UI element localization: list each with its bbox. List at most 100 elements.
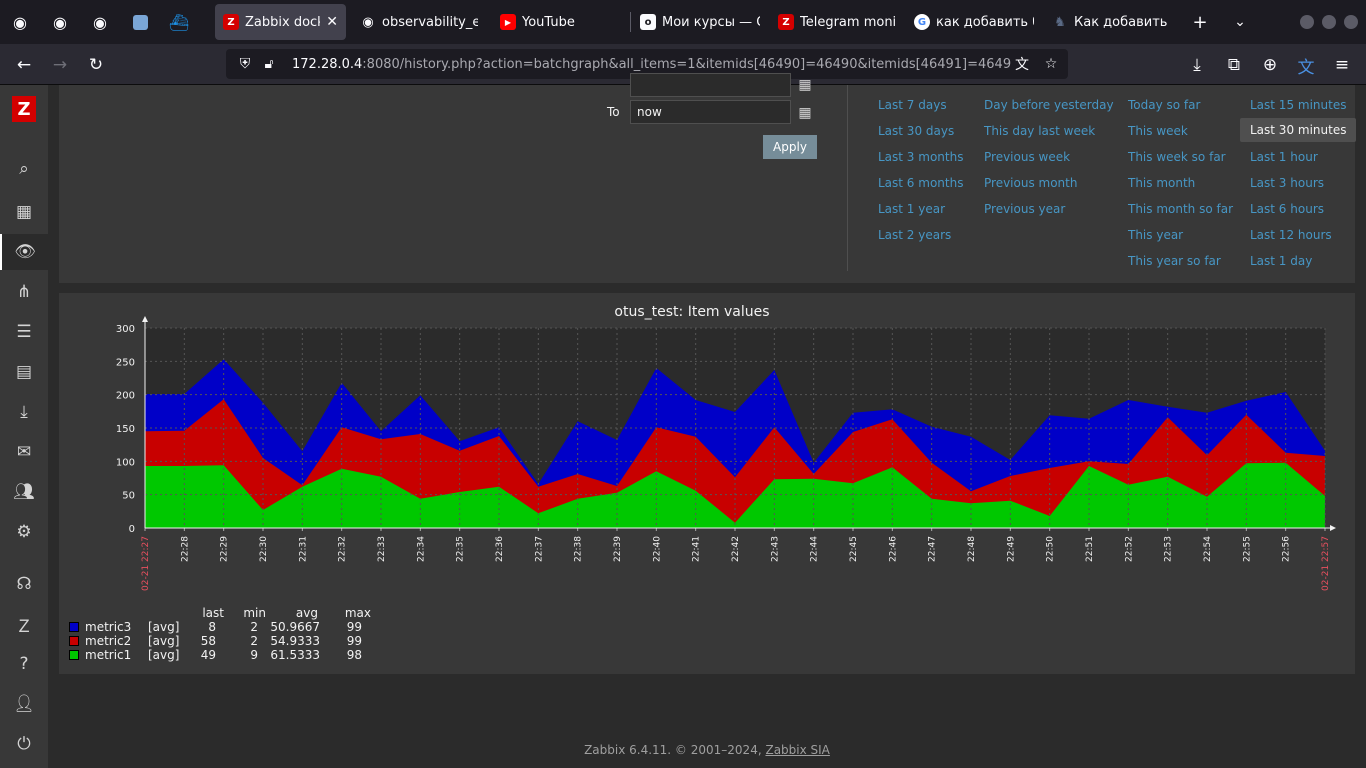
y-tick-label: 150 <box>116 424 135 435</box>
extensions-icon[interactable]: ⧉ <box>1219 50 1249 80</box>
dashboard-icon[interactable]: ▦ <box>0 194 48 230</box>
legend-func: [avg] <box>148 634 180 648</box>
tab-how-to-add[interactable]: ♞ Как добавить б <box>1044 4 1178 40</box>
sign-out-power-icon[interactable]: ⏻ <box>0 726 48 762</box>
close-window-button[interactable] <box>1344 15 1358 29</box>
quick-range-link[interactable]: Today so far <box>1128 98 1200 112</box>
y-tick-label: 0 <box>129 524 135 535</box>
legend-last: 58 <box>200 634 216 648</box>
quick-range-link-selected[interactable]: Last 30 minutes <box>1240 118 1357 142</box>
tab-otus[interactable]: о Мои курсы — О <box>632 4 768 40</box>
inventory-list-icon[interactable]: ☰ <box>0 314 48 350</box>
quick-range-link[interactable]: This month <box>1128 176 1195 190</box>
legend-max: 98 <box>346 648 362 662</box>
quick-range-link[interactable]: Last 3 hours <box>1250 176 1324 190</box>
quick-range-link[interactable]: Previous year <box>984 202 1065 216</box>
quick-range-link[interactable]: This year so far <box>1128 254 1221 268</box>
quick-range-link[interactable]: Last 12 hours <box>1250 228 1332 242</box>
quick-range-link[interactable]: Last 7 days <box>878 98 947 112</box>
shield-icon[interactable]: ⛨ <box>236 56 254 72</box>
users-icon[interactable]: 👥︎ <box>0 474 48 510</box>
tab-title: observability_e <box>382 14 478 30</box>
apply-button[interactable]: Apply <box>763 135 817 159</box>
integrations-icon[interactable]: Ｚ <box>0 606 48 642</box>
forward-arrow-icon[interactable]: → <box>45 50 75 80</box>
app-pinned-tab-icon[interactable] <box>126 8 154 36</box>
download-icon[interactable]: ⤓ <box>1182 50 1212 80</box>
y-tick-label: 100 <box>116 457 135 468</box>
quick-range-link[interactable]: Day before yesterday <box>984 98 1114 112</box>
user-settings-icon[interactable]: 👤︎ <box>0 686 48 722</box>
url-text[interactable]: 172.28.0.4:8080/history.php?action=batch… <box>292 57 1012 72</box>
quick-range-link[interactable]: Last 3 months <box>878 150 963 164</box>
legend-min: 2 <box>250 620 258 634</box>
to-input[interactable] <box>630 100 791 124</box>
github-pinned-tab-icon[interactable]: ◉ <box>46 8 74 36</box>
github-pinned-tab-icon[interactable]: ◉ <box>6 8 34 36</box>
insecure-lock-icon[interactable]: 🔓︎ <box>260 56 278 72</box>
minimize-button[interactable] <box>1300 15 1314 29</box>
zabbix-sia-link[interactable]: Zabbix SIA <box>765 743 829 757</box>
back-arrow-icon[interactable]: ← <box>9 50 39 80</box>
quick-range-link[interactable]: Last 30 days <box>878 124 954 138</box>
quick-range-link[interactable]: Last 1 day <box>1250 254 1312 268</box>
quick-range-link[interactable]: Last 1 hour <box>1250 150 1318 164</box>
quick-range-link[interactable]: This day last week <box>984 124 1095 138</box>
google-icon: G <box>914 14 930 30</box>
quick-range-link[interactable]: Last 1 year <box>878 202 945 216</box>
y-axis-arrow <box>142 316 148 322</box>
reports-icon[interactable]: ▤ <box>0 354 48 390</box>
bookmark-star-icon[interactable]: ☆ <box>1041 54 1061 74</box>
tab-title: YouTube <box>522 14 575 30</box>
tab-youtube[interactable]: ▶ YouTube <box>492 4 626 40</box>
from-input[interactable] <box>630 73 791 97</box>
quick-range-link[interactable]: This week <box>1128 124 1188 138</box>
quick-range-link[interactable]: This week so far <box>1128 150 1226 164</box>
x-tick-label: 22:51 <box>1085 536 1095 562</box>
from-calendar-icon[interactable]: ▦ <box>795 75 815 95</box>
legend-header-avg: avg <box>295 606 318 620</box>
quick-range-link[interactable]: This year <box>1128 228 1183 242</box>
alerts-envelope-icon[interactable]: ✉ <box>0 434 48 470</box>
globe-icon[interactable]: ⊕ <box>1255 50 1285 80</box>
to-calendar-icon[interactable]: ▦ <box>795 103 815 123</box>
monitoring-eye-icon[interactable]: 👁︎ <box>0 234 48 270</box>
x-tick-label: 22:39 <box>613 536 623 562</box>
help-icon[interactable]: ? <box>0 646 48 682</box>
github-pinned-tab-icon[interactable]: ◉ <box>86 8 114 36</box>
x-tick-label: 22:40 <box>652 536 662 562</box>
data-collection-icon[interactable]: ⤓ <box>0 394 48 430</box>
quick-range-link[interactable]: Last 2 years <box>878 228 951 242</box>
docker-pinned-tab-icon[interactable]: ⛴ <box>165 8 193 36</box>
new-tab-button[interactable]: + <box>1186 8 1214 36</box>
translate-extension-icon[interactable]: 文 <box>1291 50 1321 80</box>
menu-hamburger-icon[interactable]: ≡ <box>1327 50 1357 80</box>
youtube-icon: ▶ <box>500 14 516 30</box>
reload-icon[interactable]: ↻ <box>81 50 111 80</box>
quick-range-link[interactable]: Last 6 months <box>878 176 963 190</box>
legend-last: 8 <box>208 620 216 634</box>
legend-header-max: max <box>344 606 371 620</box>
quick-range-link[interactable]: Previous month <box>984 176 1077 190</box>
quick-range-link[interactable]: Last 15 minutes <box>1250 98 1346 112</box>
browser-tab-bar: ◉ ◉ ◉ ⛴ Z Zabbix docke ✕ ◉ observability… <box>0 0 1366 44</box>
maximize-button[interactable] <box>1322 15 1336 29</box>
zabbix-logo[interactable]: Z <box>12 96 36 122</box>
tab-zabbix[interactable]: Z Zabbix docke ✕ <box>215 4 346 40</box>
x-tick-label: 22:38 <box>574 536 584 562</box>
tab-observability[interactable]: ◉ observability_e <box>352 4 486 40</box>
close-tab-icon[interactable]: ✕ <box>326 14 338 30</box>
search-icon[interactable]: ⌕ <box>0 151 48 187</box>
quick-range-link[interactable]: Last 6 hours <box>1250 202 1324 216</box>
quick-range-link[interactable]: This month so far <box>1128 202 1233 216</box>
quick-range-link[interactable]: Previous week <box>984 150 1070 164</box>
support-headset-icon[interactable]: ☊ <box>0 566 48 602</box>
tab-google-search[interactable]: G как добавить б <box>906 4 1042 40</box>
administration-gear-icon[interactable]: ⚙ <box>0 514 48 550</box>
legend-row: metric3 [avg] 8 2 50.9667 99 <box>68 620 388 634</box>
translate-icon[interactable]: 文 <box>1012 54 1032 74</box>
tab-list-chevron-down-icon[interactable]: ⌄ <box>1226 8 1254 36</box>
services-icon[interactable]: ⋔ <box>0 274 48 310</box>
tab-telegram-monitoring[interactable]: Z Telegram monit <box>770 4 904 40</box>
zabbix-icon: Z <box>778 14 794 30</box>
